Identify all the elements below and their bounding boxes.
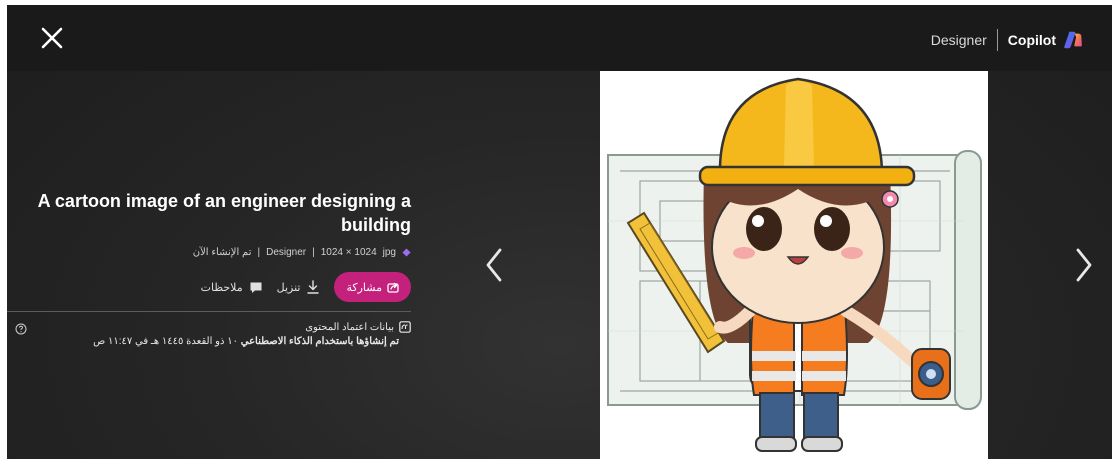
image-viewer: Designer Copilot A cartoon image of an e… [7,5,1112,459]
generation-info: تم إنشاؤها باستخدام الذكاء الاصطناعي ١٠ … [93,336,399,347]
meta-separator: | [257,247,261,258]
download-button[interactable]: تنزيل [277,280,321,294]
details-divider [7,311,411,312]
close-icon[interactable] [39,25,65,51]
previous-image-icon[interactable] [481,247,509,283]
content-credentials-label: بيانات اعتماد المحتوى [305,321,394,333]
image-title: A cartoon image of an engineer designing… [37,191,411,235]
meta-dimensions: 1024 × 1024 [320,247,377,258]
brand-copilot-label[interactable]: Copilot [1008,32,1056,48]
meta-created: تم الإنشاء الآن [192,247,252,258]
brand: Designer Copilot [931,29,1084,51]
help-icon[interactable] [15,323,27,335]
measuring-tool-illustration [911,348,951,400]
brand-separator [996,29,998,51]
image-meta: jpg 1024 × 1024 | Designer | تم الإنشاء … [193,247,411,258]
action-bar: مشاركة تنزيل ملاحظات [201,272,411,302]
generated-image [600,71,988,459]
copilot-logo-icon [1064,31,1082,49]
generated-with-ai-text: تم إنشاؤها باستخدام الذكاء الاصطناعي [240,336,399,347]
meta-source: Designer [266,247,307,258]
next-image-icon[interactable] [1069,247,1097,283]
engineer-cartoon-image [600,71,988,459]
brand-designer-label[interactable]: Designer [931,32,987,48]
share-button[interactable]: مشاركة [334,272,411,302]
generated-date-text: ١٠ ذو القعدة ١٤٤٥ هـ في ١١:٤٧ ص [93,336,238,347]
feedback-button[interactable]: ملاحظات [201,281,263,294]
meta-format: jpg [382,247,396,258]
content-credentials-icon [399,321,411,333]
top-bar: Designer Copilot [7,5,1112,71]
download-label: تنزيل [276,281,301,294]
download-icon [307,280,320,294]
meta-separator: | [312,247,315,258]
feedback-icon [250,282,262,293]
content-credentials[interactable]: بيانات اعتماد المحتوى [305,321,411,333]
share-icon [387,282,399,293]
share-label: مشاركة [346,281,382,294]
designer-badge-icon [402,248,411,257]
feedback-label: ملاحظات [200,281,243,294]
